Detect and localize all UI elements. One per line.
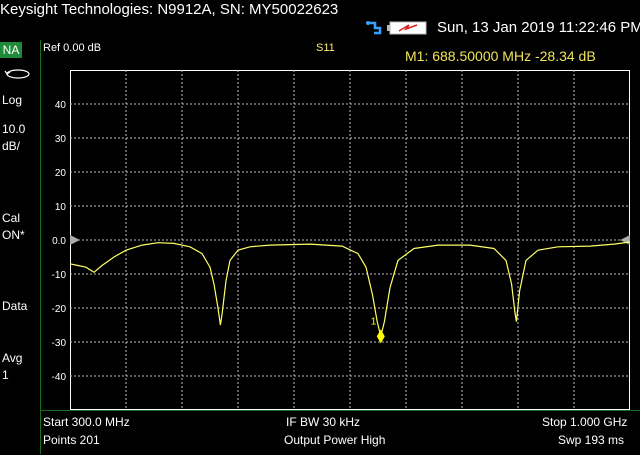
mode-badge[interactable]: NA: [0, 42, 22, 58]
marker-label: 1: [371, 316, 377, 327]
reference-marker-left: [70, 235, 80, 245]
data-label[interactable]: Data: [2, 299, 27, 314]
y-tick-label: -20: [52, 304, 67, 315]
stop-frequency[interactable]: Stop 1.000 GHz: [542, 415, 627, 429]
format-label[interactable]: Log: [2, 93, 22, 108]
rotate-icon: [4, 69, 30, 79]
usb-icon: [366, 21, 382, 35]
y-tick-label: 40: [55, 100, 67, 111]
title-bar: Keysight Technologies: N9912A, SN: MY500…: [0, 0, 640, 20]
if-bandwidth[interactable]: IF BW 30 kHz: [286, 415, 360, 429]
avg-value: 1: [2, 368, 9, 382]
plot-area[interactable]: 40 30 20 10 0.0 -10 -20 -30 -40 1: [52, 70, 631, 410]
reference-level[interactable]: Ref 0.00 dB: [43, 42, 101, 54]
y-tick-label: -10: [52, 270, 67, 281]
avg-label[interactable]: Avg: [2, 351, 22, 366]
battery-icon: [387, 21, 427, 35]
y-tick-label: -40: [52, 372, 67, 383]
sweep-time[interactable]: Swp 193 ms: [558, 433, 624, 447]
trace-label[interactable]: S11: [316, 42, 335, 54]
y-tick-label: -30: [52, 338, 67, 349]
datetime: Sun, 13 Jan 2019 11:22:46 PM: [437, 19, 640, 36]
points-count[interactable]: Points 201: [43, 433, 100, 447]
start-frequency[interactable]: Start 300.0 MHz: [43, 415, 130, 429]
y-tick-label: 0.0: [52, 236, 66, 247]
window-title: Keysight Technologies: N9912A, SN: MY500…: [0, 1, 339, 18]
y-tick-label: 20: [55, 168, 67, 179]
marker-readout: M1: 688.50000 MHz -28.34 dB: [405, 48, 596, 64]
y-tick-label: 30: [55, 134, 67, 145]
marker-1[interactable]: [376, 329, 385, 344]
scale-value[interactable]: 10.0: [2, 122, 25, 137]
cal-label[interactable]: Cal: [2, 211, 20, 226]
cal-state: ON*: [2, 228, 25, 242]
scale-unit: dB/: [2, 139, 21, 153]
y-tick-label: 10: [55, 202, 67, 213]
output-power[interactable]: Output Power High: [284, 433, 385, 447]
